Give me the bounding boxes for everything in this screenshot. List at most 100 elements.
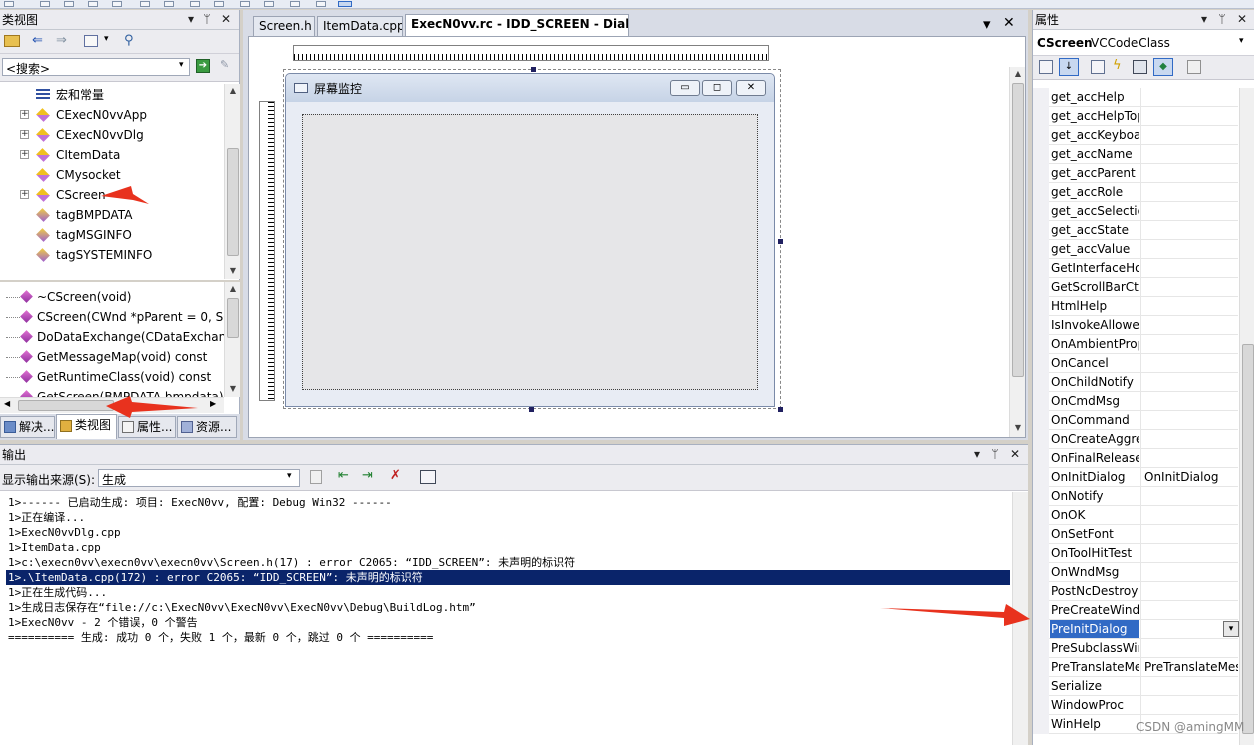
scroll-up-icon[interactable]: ▲ bbox=[226, 284, 240, 293]
property-row[interactable]: PreCreateWindow bbox=[1033, 601, 1238, 620]
property-row[interactable]: Serialize bbox=[1033, 677, 1238, 696]
tab-solution-explorer[interactable]: 解决... bbox=[0, 416, 55, 438]
class-tree-item[interactable]: + CExecN0vvDlg bbox=[0, 125, 224, 145]
clear-search-icon[interactable]: ✎ bbox=[220, 59, 234, 73]
property-value[interactable] bbox=[1140, 544, 1238, 562]
property-value[interactable] bbox=[1140, 430, 1238, 448]
property-row[interactable]: OnWndMsg bbox=[1033, 563, 1238, 582]
forward-arrow-icon[interactable]: ⇒ bbox=[56, 33, 67, 48]
close-icon[interactable]: ✕ bbox=[1235, 12, 1249, 26]
property-value[interactable] bbox=[1140, 145, 1238, 163]
property-row[interactable]: OnSetFont bbox=[1033, 525, 1238, 544]
property-row[interactable]: PreInitDialog ▾ bbox=[1033, 620, 1239, 639]
toolbar-button-icon[interactable] bbox=[164, 1, 174, 7]
property-row[interactable]: OnCreateAggregates bbox=[1033, 430, 1238, 449]
toolbar-button-icon[interactable] bbox=[338, 1, 352, 7]
clear-all-icon[interactable]: ✗ bbox=[390, 468, 401, 483]
property-value[interactable] bbox=[1140, 335, 1238, 353]
member-list-item[interactable]: GetScreen(BMPDATA bmpdata) bbox=[0, 387, 224, 397]
property-value[interactable]: OnInitDialog bbox=[1140, 468, 1238, 486]
scroll-up-icon[interactable]: ▲ bbox=[1011, 69, 1025, 78]
property-value[interactable] bbox=[1140, 582, 1238, 600]
resize-handle[interactable] bbox=[778, 407, 783, 412]
toolbar-button-icon[interactable] bbox=[214, 1, 224, 7]
property-row[interactable]: IsInvokeAllowed bbox=[1033, 316, 1238, 335]
property-value[interactable] bbox=[1140, 563, 1238, 581]
property-value[interactable] bbox=[1140, 601, 1238, 619]
toolbar-button-icon[interactable] bbox=[316, 1, 326, 7]
properties-scrollbar[interactable] bbox=[1239, 88, 1254, 745]
property-row[interactable]: OnOK bbox=[1033, 506, 1238, 525]
member-list-item[interactable]: GetMessageMap(void) const bbox=[0, 347, 224, 367]
property-value[interactable] bbox=[1140, 164, 1238, 182]
close-icon[interactable]: ✕ bbox=[1003, 15, 1015, 31]
resize-handle[interactable] bbox=[529, 407, 534, 412]
output-line[interactable]: 1>ExecN0vv - 2 个错误，0 个警告 bbox=[8, 615, 198, 630]
expand-icon[interactable]: + bbox=[20, 130, 29, 139]
property-row[interactable]: OnNotify bbox=[1033, 487, 1238, 506]
property-value[interactable] bbox=[1140, 107, 1238, 125]
property-row[interactable]: get_accState bbox=[1033, 221, 1238, 240]
toolbar-button-icon[interactable] bbox=[240, 1, 250, 7]
scroll-down-icon[interactable]: ▼ bbox=[226, 384, 240, 393]
property-value[interactable] bbox=[1140, 487, 1238, 505]
toolbar-button-icon[interactable] bbox=[264, 1, 274, 7]
property-row[interactable]: get_accRole bbox=[1033, 183, 1238, 202]
chevron-down-icon[interactable]: ▾ bbox=[179, 60, 184, 70]
output-line[interactable]: 1>ExecN0vvDlg.cpp bbox=[8, 525, 121, 540]
scroll-right-icon[interactable]: ▶ bbox=[210, 399, 216, 408]
close-icon[interactable]: ✕ bbox=[219, 12, 233, 26]
property-value[interactable]: PreTranslateMessage bbox=[1140, 658, 1238, 676]
toolbar-button-icon[interactable] bbox=[290, 1, 300, 7]
property-row[interactable]: OnCmdMsg bbox=[1033, 392, 1238, 411]
dropdown-icon[interactable]: ▾ bbox=[184, 12, 198, 26]
property-row[interactable]: PreTranslateMessagePreTranslateMessage bbox=[1033, 658, 1238, 677]
property-value[interactable] bbox=[1140, 354, 1238, 372]
tab-screen-h[interactable]: Screen.h bbox=[253, 16, 315, 36]
output-line[interactable]: 1>ItemData.cpp bbox=[8, 540, 101, 555]
horizontal-ruler[interactable] bbox=[293, 45, 769, 61]
scrollbar-thumb[interactable] bbox=[18, 400, 114, 411]
output-scrollbar[interactable] bbox=[1012, 492, 1028, 745]
chevron-down-icon[interactable]: ▾ bbox=[1239, 36, 1244, 46]
property-row[interactable]: get_accValue bbox=[1033, 240, 1238, 259]
property-value[interactable] bbox=[1140, 316, 1238, 334]
property-value[interactable] bbox=[1140, 297, 1238, 315]
scrollbar-thumb[interactable] bbox=[227, 148, 239, 256]
output-line[interactable]: 1>c:\execn0vv\execn0vv\execn0vv\Screen.h… bbox=[8, 555, 575, 570]
property-row[interactable]: GetInterfaceHook bbox=[1033, 259, 1238, 278]
maximize-icon[interactable]: ◻ bbox=[702, 80, 732, 96]
property-row[interactable]: WindowProc bbox=[1033, 696, 1238, 715]
property-value[interactable] bbox=[1140, 696, 1238, 714]
tab-resource-view[interactable]: 资源... bbox=[177, 416, 237, 438]
dropdown-icon[interactable]: ▾ bbox=[970, 447, 984, 461]
chevron-down-icon[interactable]: ▾ bbox=[104, 34, 109, 44]
property-row[interactable]: get_accName bbox=[1033, 145, 1238, 164]
resize-handle[interactable] bbox=[531, 67, 536, 72]
toolbar-button-icon[interactable] bbox=[140, 1, 150, 7]
tab-itemdata-cpp[interactable]: ItemData.cpp bbox=[317, 16, 403, 36]
go-icon[interactable]: ➔ bbox=[196, 59, 210, 73]
pin-icon[interactable]: ᛘ bbox=[1215, 12, 1229, 26]
next-message-icon[interactable]: ⇥ bbox=[362, 468, 373, 483]
member-list-scrollbar[interactable]: ▲ ▼ bbox=[224, 282, 240, 397]
folder-icon[interactable] bbox=[4, 35, 20, 47]
property-row[interactable]: get_accHelp bbox=[1033, 88, 1238, 107]
alphabetical-icon[interactable]: ↓ bbox=[1059, 58, 1079, 76]
class-tree-item[interactable]: CMysocket bbox=[0, 165, 224, 185]
tab-dropdown-icon[interactable]: ▾ bbox=[983, 15, 991, 33]
property-pages-icon[interactable] bbox=[1187, 60, 1201, 74]
search-input[interactable]: <搜索> ▾ bbox=[2, 58, 190, 76]
tab-properties[interactable]: 属性... bbox=[118, 416, 176, 438]
dialog-window[interactable]: 屏幕监控 ▭ ◻ ✕ bbox=[285, 73, 775, 407]
pin-icon[interactable]: ᛘ bbox=[200, 12, 214, 26]
vertical-ruler[interactable] bbox=[259, 101, 275, 401]
tab-class-view[interactable]: 类视图 bbox=[56, 414, 117, 439]
property-row[interactable]: OnChildNotify bbox=[1033, 373, 1238, 392]
class-tree-item[interactable]: tagMSGINFO bbox=[0, 225, 224, 245]
property-value[interactable] bbox=[1140, 278, 1238, 296]
minimize-icon[interactable]: ▭ bbox=[670, 80, 700, 96]
property-value[interactable] bbox=[1140, 677, 1238, 695]
scroll-left-icon[interactable]: ◀ bbox=[4, 399, 10, 408]
resize-handle[interactable] bbox=[778, 239, 783, 244]
